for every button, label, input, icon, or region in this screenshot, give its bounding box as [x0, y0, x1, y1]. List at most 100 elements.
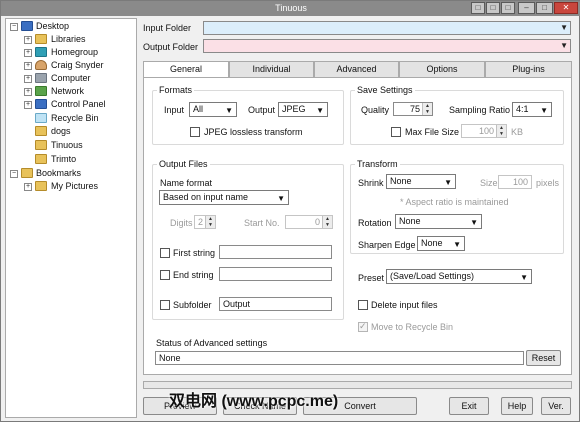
sampling-ratio-label: Sampling Ratio [449, 105, 511, 115]
chevron-down-icon: ▼ [470, 218, 478, 227]
tree-node-user[interactable]: + Craig Snyder [6, 59, 136, 72]
spin-down-icon[interactable]: ▼ [322, 222, 332, 228]
toolbar-icon-3[interactable]: □ [501, 2, 515, 14]
minimize-icon[interactable]: – [518, 2, 535, 14]
jpeg-lossless-label: JPEG lossless transform [204, 127, 303, 137]
chevron-down-icon: ▼ [540, 106, 548, 115]
folder-icon [21, 168, 33, 178]
close-icon[interactable]: ✕ [554, 2, 578, 14]
subfolder-input[interactable]: Output [219, 297, 332, 311]
libraries-icon [35, 34, 47, 44]
tree-node-libraries[interactable]: + Libraries [6, 33, 136, 46]
transform-title: Transform [355, 159, 400, 169]
tree-node-dogs[interactable]: dogs [6, 125, 136, 138]
toolbar-icon-1[interactable]: □ [471, 2, 485, 14]
computer-icon [35, 73, 47, 83]
spin-down-icon[interactable]: ▼ [205, 222, 215, 228]
name-format-select[interactable]: Based on input name ▼ [159, 190, 289, 205]
output-files-title: Output Files [157, 159, 210, 169]
expand-icon[interactable]: + [24, 75, 32, 83]
first-string-label: First string [173, 248, 216, 258]
quality-spinner[interactable]: 75 ▲ ▼ [393, 102, 433, 116]
tree-label: Trimto [51, 154, 77, 164]
maximize-icon[interactable]: □ [536, 2, 553, 14]
tab-general[interactable]: General [143, 61, 229, 78]
input-folder-combo[interactable]: ▼ [203, 21, 571, 35]
delete-input-checkbox[interactable] [358, 300, 368, 310]
name-format-label: Name format [160, 178, 213, 188]
version-button[interactable]: Ver. [541, 397, 571, 415]
sharpen-edge-label: Sharpen Edge [358, 240, 416, 250]
toolbar-icon-2[interactable]: □ [486, 2, 500, 14]
tree-node-recycle-bin[interactable]: Recycle Bin [6, 112, 136, 125]
tree-label: Desktop [36, 21, 70, 31]
sampling-ratio-select[interactable]: 4:1 ▼ [512, 102, 552, 117]
end-string-input[interactable] [219, 267, 332, 281]
tree-node-network[interactable]: + Network [6, 85, 136, 98]
title-bar[interactable]: Tinuous □ □ □ – □ ✕ [1, 1, 580, 16]
expand-icon[interactable]: + [24, 101, 32, 109]
folder-icon [35, 154, 47, 164]
general-panel: Formats Input All ▼ Output JPEG ▼ JPEG los… [143, 77, 572, 375]
name-format-value: Based on input name [163, 192, 249, 202]
expand-icon[interactable]: + [24, 88, 32, 96]
tab-advanced[interactable]: Advanced [314, 61, 399, 77]
tree-node-computer[interactable]: + Computer [6, 72, 136, 85]
tree-node-bookmarks[interactable]: − Bookmarks [6, 167, 136, 180]
folder-tree[interactable]: − Desktop + Libraries + Homegroup + Crai… [5, 18, 137, 418]
control-panel-icon [35, 99, 47, 109]
exit-button[interactable]: Exit [449, 397, 489, 415]
expand-icon[interactable]: + [24, 62, 32, 70]
quality-value: 75 [409, 104, 420, 114]
chevron-down-icon: ▼ [225, 106, 233, 115]
collapse-icon[interactable]: − [10, 170, 18, 178]
formats-title: Formats [157, 85, 195, 95]
tree-node-trimto[interactable]: Trimto [6, 153, 136, 166]
rotation-value: None [399, 216, 421, 226]
expand-icon[interactable]: + [24, 183, 32, 191]
tree-node-tinuous[interactable]: Tinuous [6, 139, 136, 152]
preset-label: Preset [358, 273, 385, 283]
start-no-spinner[interactable]: 0 ▲ ▼ [285, 215, 333, 229]
subfolder-checkbox[interactable] [160, 300, 170, 310]
max-file-size-spinner[interactable]: 100 ▲ ▼ [461, 124, 507, 138]
recycle-bin-icon [35, 113, 47, 123]
tree-node-homegroup[interactable]: + Homegroup [6, 46, 136, 59]
preset-select[interactable]: (Save/Load Settings) ▼ [386, 269, 532, 284]
aspect-ratio-note: * Aspect ratio is maintained [400, 197, 509, 207]
sharpen-edge-select[interactable]: None ▼ [417, 236, 465, 251]
chevron-down-icon[interactable]: ▼ [560, 23, 568, 32]
collapse-icon[interactable]: − [10, 23, 18, 31]
help-button[interactable]: Help [501, 397, 533, 415]
tree-label: Craig Snyder [51, 60, 104, 70]
homegroup-icon [35, 47, 47, 57]
size-input[interactable]: 100 [498, 175, 532, 189]
quality-label: Quality [361, 105, 390, 115]
tab-plugins[interactable]: Plug-ins [485, 61, 572, 77]
max-file-size-checkbox[interactable] [391, 127, 401, 137]
tree-label: Bookmarks [36, 168, 82, 178]
first-string-input[interactable] [219, 245, 332, 259]
tab-individual[interactable]: Individual [229, 61, 314, 77]
tab-options[interactable]: Options [399, 61, 485, 77]
reset-button[interactable]: Reset [526, 350, 561, 366]
spin-down-icon[interactable]: ▼ [422, 109, 432, 115]
input-format-select[interactable]: All ▼ [189, 102, 237, 117]
move-recycle-checkbox[interactable] [358, 321, 368, 332]
expand-icon[interactable]: + [24, 49, 32, 57]
tree-node-my-pictures[interactable]: + My Pictures [6, 180, 136, 193]
output-format-select[interactable]: JPEG ▼ [278, 102, 328, 117]
chevron-down-icon[interactable]: ▼ [560, 41, 568, 50]
rotation-select[interactable]: None ▼ [395, 214, 482, 229]
expand-icon[interactable]: + [24, 36, 32, 44]
digits-spinner[interactable]: 2 ▲ ▼ [194, 215, 216, 229]
output-folder-combo[interactable]: ▼ [203, 39, 571, 53]
digits-label: Digits [170, 218, 193, 228]
first-string-checkbox[interactable] [160, 248, 170, 258]
tree-node-control-panel[interactable]: + Control Panel [6, 98, 136, 111]
jpeg-lossless-checkbox[interactable] [190, 127, 200, 137]
end-string-checkbox[interactable] [160, 270, 170, 280]
spin-down-icon[interactable]: ▼ [496, 131, 506, 137]
tree-node-desktop[interactable]: − Desktop [6, 20, 136, 33]
shrink-select[interactable]: None ▼ [386, 174, 456, 189]
